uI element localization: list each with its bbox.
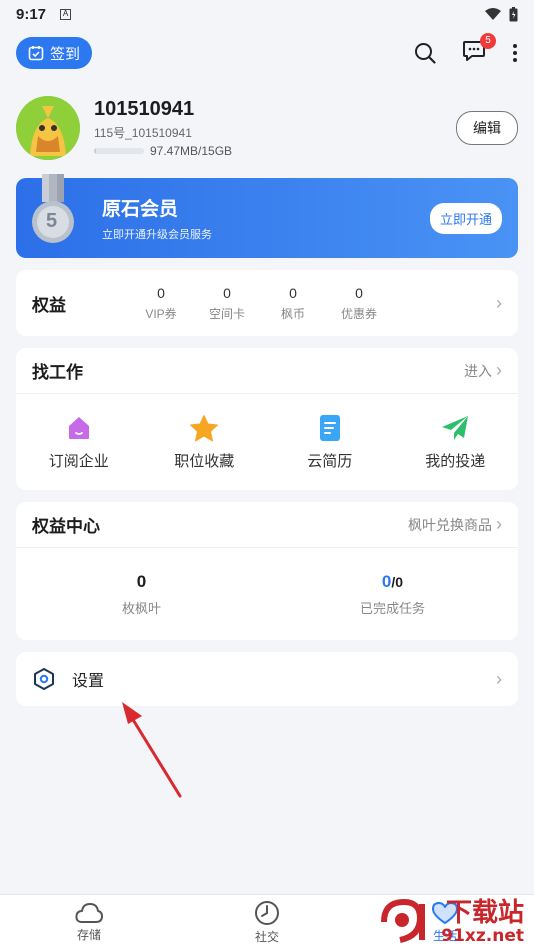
maple-leaves-label: 枚枫叶 (121, 600, 161, 616)
job-subscribe-companies[interactable]: 订阅企业 (16, 414, 142, 471)
chevron-right-icon: › (496, 360, 502, 380)
watermark-line2: 91xz.net (441, 926, 524, 946)
storage-bar (94, 148, 144, 154)
settings-label: 设置 (72, 673, 105, 690)
tasks-label: 已完成任务 (359, 600, 425, 616)
messages-button[interactable]: 5 (462, 32, 496, 67)
job-favorites[interactable]: 职位收藏 (142, 414, 268, 471)
edit-profile-button[interactable]: 编辑 (456, 111, 518, 145)
message-count-badge: 5 (480, 32, 496, 49)
annotation-arrow (122, 702, 182, 798)
benefit-center-card: 权益中心 枫叶兑换商品 › 0 枚枫叶 0/0 已完成任务 (16, 502, 518, 640)
benefit-center-title: 权益中心 (32, 517, 100, 536)
chevron-right-icon: › (496, 292, 502, 313)
paper-plane-icon (442, 415, 469, 440)
avatar[interactable] (16, 96, 80, 160)
house-icon (68, 416, 89, 439)
watermark-logo (381, 898, 425, 943)
settings-row[interactable]: 设置 › (16, 652, 518, 706)
storage-bar-fill (94, 148, 96, 154)
vip-subtitle: 立即开通升级会员服务 (102, 229, 212, 241)
signin-button[interactable]: 签到 (16, 37, 93, 69)
top-actions: 5 (414, 32, 518, 67)
jobs-card: 找工作 进入 › 订阅企业 职位收藏 云简历 我的投递 (16, 348, 518, 490)
stat-label: VIP券 (145, 306, 177, 321)
job-my-applications[interactable]: 我的投递 (393, 414, 519, 471)
document-icon (319, 414, 340, 441)
tab-storage[interactable]: 存储 (0, 895, 178, 950)
chevron-right-icon: › (496, 668, 502, 689)
rights-stats: 0 VIP券 0 空间卡 0 枫币 0 优惠券 (128, 285, 392, 322)
benefit-center-header: 权益中心 枫叶兑换商品 › (16, 502, 518, 548)
tasks-value: 0/0 (267, 572, 518, 592)
rights-stat-vip[interactable]: 0 VIP券 (128, 285, 194, 322)
site-watermark: 下载站 91xz.net (378, 892, 528, 946)
job-item-label: 我的投递 (425, 452, 486, 470)
status-bar: 9:17 A (0, 0, 534, 28)
battery-icon (509, 6, 518, 21)
status-time: 9:17 (16, 5, 47, 23)
stat-value: 0 (355, 284, 363, 301)
more-vertical-icon[interactable] (512, 43, 518, 63)
rights-card[interactable]: 权益 0 VIP券 0 空间卡 0 枫币 0 优惠券 › (16, 270, 518, 336)
sim-icon: A (60, 8, 72, 20)
chevron-right-icon: › (496, 514, 502, 534)
cloud-icon (75, 903, 103, 923)
username: 101510941 (94, 98, 195, 120)
watermark-line1: 下载站 (445, 898, 524, 928)
redeem-goods-link[interactable]: 枫叶兑换商品 › (408, 514, 502, 535)
stat-label: 优惠券 (340, 306, 377, 321)
star-icon (190, 414, 219, 441)
stat-label: 空间卡 (208, 306, 245, 321)
vip-info: 原石会员 立即开通升级会员服务 (102, 194, 212, 242)
tasks-total: /0 (391, 573, 404, 590)
maple-leaves-stat[interactable]: 0 枚枫叶 (16, 572, 267, 617)
storage-usage: 97.47MB/15GB (94, 144, 232, 158)
top-bar: 签到 5 (0, 28, 534, 78)
clock-icon (255, 901, 279, 925)
tab-label: 社交 (254, 930, 279, 944)
job-item-label: 云简历 (307, 452, 353, 470)
jobs-grid: 订阅企业 职位收藏 云简历 我的投递 (16, 394, 518, 490)
jobs-title: 找工作 (32, 363, 83, 382)
benefit-center-stats: 0 枚枫叶 0/0 已完成任务 (16, 548, 518, 640)
settings-hexagon-icon (34, 668, 54, 690)
wifi-icon (485, 7, 501, 20)
open-vip-button[interactable]: 立即开通 (429, 202, 502, 234)
tab-social[interactable]: 社交 (178, 895, 356, 950)
jobs-enter-label: 进入 (464, 362, 492, 379)
redeem-goods-label: 枫叶兑换商品 (408, 516, 492, 533)
rights-label: 权益 (32, 295, 66, 315)
stat-value: 0 (289, 284, 297, 301)
tab-label: 存储 (76, 928, 101, 942)
jobs-header: 找工作 进入 › (16, 348, 518, 394)
stat-label: 枫币 (280, 306, 305, 321)
tasks-done: 0 (381, 571, 392, 591)
jobs-enter-link[interactable]: 进入 › (464, 360, 502, 381)
rights-stat-space-card[interactable]: 0 空间卡 (194, 285, 260, 322)
stat-value: 0 (157, 284, 165, 301)
profile-info: 101510941 115号_101510941 97.47MB/15GB (94, 98, 232, 158)
rights-stat-coins[interactable]: 0 枫币 (260, 285, 326, 322)
signin-label: 签到 (50, 45, 81, 63)
medal-number: 5 (46, 210, 58, 232)
search-icon[interactable] (414, 42, 436, 64)
maple-leaves-value: 0 (136, 571, 147, 591)
tasks-stat[interactable]: 0/0 已完成任务 (267, 572, 518, 617)
account-id: 115号_101510941 (94, 126, 192, 140)
avatar-image (16, 96, 80, 160)
stat-value: 0 (223, 284, 231, 301)
rights-stat-coupons[interactable]: 0 优惠券 (326, 285, 392, 322)
job-item-label: 订阅企业 (48, 452, 109, 470)
vip-banner[interactable]: 5 原石会员 立即开通升级会员服务 立即开通 (16, 174, 518, 258)
job-cloud-resume[interactable]: 云简历 (267, 414, 393, 471)
vip-title: 原石会员 (102, 199, 179, 220)
storage-text: 97.47MB/15GB (150, 144, 233, 158)
profile-section: 101510941 115号_101510941 97.47MB/15GB 编辑 (0, 78, 534, 178)
calendar-check-icon (28, 46, 44, 61)
status-icons (485, 6, 518, 22)
job-item-label: 职位收藏 (174, 452, 235, 470)
